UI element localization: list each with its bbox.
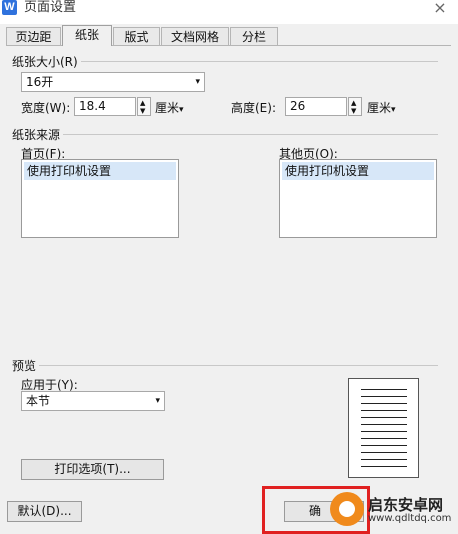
paper-size-group-title: 纸张大小(R)	[12, 53, 81, 70]
paper-size-value: 16开	[26, 75, 54, 89]
spin-down-icon[interactable]: ▼	[140, 107, 145, 115]
preview-text-line	[361, 445, 407, 446]
height-spinner[interactable]: ▲ ▼	[348, 97, 362, 116]
page-preview	[348, 378, 419, 478]
spin-down-icon[interactable]: ▼	[351, 107, 356, 115]
print-options-button[interactable]: 打印选项(T)...	[21, 459, 164, 480]
chevron-down-icon: ▾	[391, 105, 396, 115]
paper-size-select[interactable]: 16开 ▾	[21, 72, 205, 92]
preview-text-line	[361, 424, 407, 425]
paper-source-group-title: 纸张来源	[12, 126, 64, 143]
preview-text-line	[361, 466, 407, 467]
watermark-url: www.qdltdq.com	[368, 513, 452, 524]
chevron-down-icon: ▾	[179, 105, 184, 115]
preview-text-line	[361, 452, 407, 453]
chevron-down-icon: ▾	[195, 77, 200, 87]
other-pages-option[interactable]: 使用打印机设置	[282, 162, 434, 180]
width-unit-dropdown[interactable]: 厘米▾	[155, 101, 184, 117]
height-label: 高度(E):	[231, 101, 276, 115]
paper-source-divider	[12, 134, 438, 135]
chevron-down-icon: ▾	[155, 396, 160, 406]
first-page-listbox[interactable]: 使用打印机设置	[21, 159, 179, 238]
preview-divider	[12, 365, 438, 366]
preview-text-line	[361, 431, 407, 432]
first-page-option[interactable]: 使用打印机设置	[24, 162, 176, 180]
height-unit: 厘米	[367, 101, 392, 115]
preview-text-line	[361, 403, 407, 404]
preview-group-title: 预览	[12, 357, 40, 374]
height-unit-dropdown[interactable]: 厘米▾	[367, 101, 396, 117]
tab-layout[interactable]: 版式	[113, 27, 160, 45]
apply-to-value: 本节	[26, 394, 51, 408]
close-icon[interactable]: ×	[430, 0, 450, 17]
preview-text-line	[361, 410, 407, 411]
preview-text-line	[361, 396, 407, 397]
tab-margins[interactable]: 页边距	[6, 27, 61, 45]
width-input[interactable]: 18.4	[74, 97, 136, 116]
preview-text-line	[361, 438, 407, 439]
tab-paper[interactable]: 纸张	[62, 25, 112, 46]
width-label: 宽度(W):	[21, 101, 71, 115]
window-title: 页面设置	[24, 0, 77, 15]
spin-up-icon[interactable]: ▲	[140, 99, 145, 107]
title-bar: W 页面设置 ×	[0, 0, 458, 24]
width-spinner[interactable]: ▲ ▼	[137, 97, 151, 116]
preview-text-line	[361, 459, 407, 460]
tab-columns[interactable]: 分栏	[230, 27, 278, 45]
height-input[interactable]: 26	[285, 97, 347, 116]
other-pages-listbox[interactable]: 使用打印机设置	[279, 159, 437, 238]
watermark-logo-icon	[330, 492, 364, 526]
default-button[interactable]: 默认(D)...	[7, 501, 82, 522]
apply-to-select[interactable]: 本节 ▾	[21, 391, 165, 411]
width-unit: 厘米	[155, 101, 180, 115]
tab-document-grid[interactable]: 文档网格	[161, 27, 229, 45]
preview-text-line	[361, 389, 407, 390]
watermark: 启东安卓网 www.qdltdq.com	[330, 488, 458, 533]
preview-text-line	[361, 417, 407, 418]
spin-up-icon[interactable]: ▲	[351, 99, 356, 107]
wps-app-icon: W	[2, 0, 17, 15]
watermark-brand: 启东安卓网	[368, 496, 444, 514]
